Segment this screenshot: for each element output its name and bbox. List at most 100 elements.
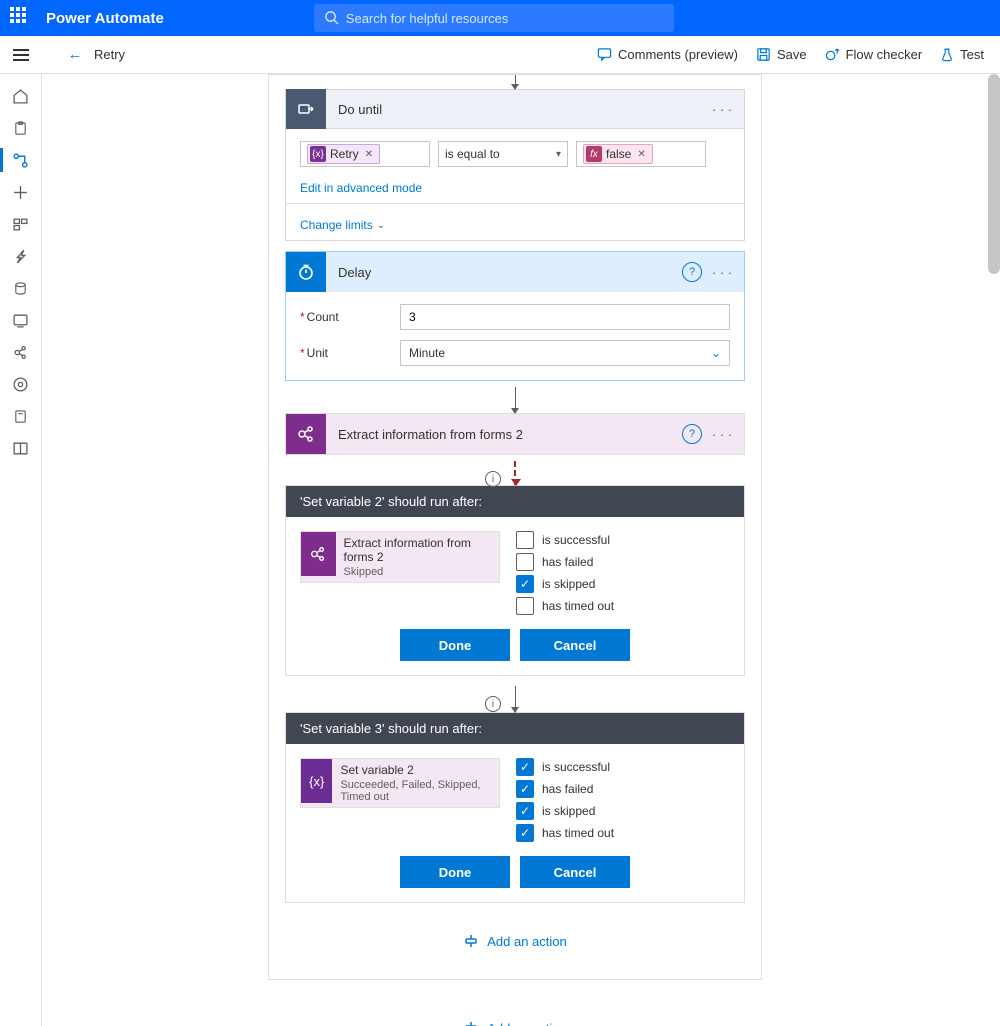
change-limits-link[interactable]: Change limits ⌄	[300, 218, 385, 232]
extract-more[interactable]: · · ·	[710, 422, 734, 446]
do-until-body: {x} Retry ✕ is equal to ▾ fx false ✕ Edi…	[285, 129, 745, 241]
help-icon[interactable]: ?	[682, 424, 702, 444]
check-skipped[interactable]: ✓is skipped	[516, 802, 730, 820]
flow-name: Retry	[94, 47, 125, 62]
do-until-header[interactable]: Do until · · ·	[285, 89, 745, 129]
nav-home[interactable]	[0, 80, 42, 112]
extract-header[interactable]: Extract information from forms 2 ? · · ·	[286, 414, 744, 454]
count-label: *Count	[300, 310, 400, 324]
unit-label: *Unit	[300, 346, 400, 360]
predecessor-card[interactable]: {x} Set variable 2 Succeeded, Failed, Sk…	[300, 758, 500, 808]
cancel-button[interactable]: Cancel	[520, 856, 630, 888]
count-input[interactable]	[400, 304, 730, 330]
add-action-icon	[463, 933, 479, 949]
extract-icon	[301, 532, 336, 576]
flow-checker-button[interactable]: Flow checker	[825, 47, 923, 62]
hamburger-button[interactable]	[0, 36, 42, 74]
comment-icon	[597, 47, 612, 62]
fx-token[interactable]: fx false ✕	[583, 144, 653, 164]
connector-arrow-dashed	[514, 461, 516, 485]
test-button[interactable]: Test	[940, 47, 984, 62]
do-until-container: Do until · · · {x} Retry ✕ is equal to ▾…	[268, 74, 762, 980]
cancel-button[interactable]: Cancel	[520, 629, 630, 661]
nav-create[interactable]	[0, 176, 42, 208]
runafter-card-1: 'Set variable 2' should run after: Extra…	[285, 485, 745, 676]
info-icon[interactable]: i	[485, 696, 501, 712]
condition-right[interactable]: fx false ✕	[576, 141, 706, 167]
runafter-title: 'Set variable 3' should run after:	[286, 713, 744, 744]
nav-learn[interactable]	[0, 432, 42, 464]
connector-arrow	[515, 75, 516, 89]
nav-process[interactable]	[0, 368, 42, 400]
delay-icon	[286, 252, 326, 292]
edit-advanced-link[interactable]: Edit in advanced mode	[300, 181, 422, 195]
search-wrap	[314, 4, 674, 32]
unit-select[interactable]: Minute ⌄	[400, 340, 730, 366]
remove-token-icon[interactable]: ✕	[637, 149, 645, 160]
check-timedout[interactable]: ✓has timed out	[516, 824, 730, 842]
predecessor-sub: Skipped	[344, 566, 491, 578]
search-icon	[324, 10, 339, 25]
runafter-title: 'Set variable 2' should run after:	[286, 486, 744, 517]
variable-token[interactable]: {x} Retry ✕	[307, 144, 380, 164]
extract-icon	[286, 414, 326, 454]
add-action-icon	[463, 1020, 479, 1026]
search-input[interactable]	[314, 4, 674, 32]
nav-data[interactable]	[0, 272, 42, 304]
delay-more[interactable]: · · ·	[710, 260, 734, 284]
check-successful[interactable]: ✓is successful	[516, 758, 730, 776]
check-failed[interactable]: ✓has failed	[516, 780, 730, 798]
delay-title: Delay	[338, 265, 682, 280]
delay-card: Delay ? · · · *Count *Unit Minute ⌄	[285, 251, 745, 381]
extract-card: Extract information from forms 2 ? · · ·	[285, 413, 745, 455]
nav-connectors[interactable]	[0, 240, 42, 272]
connector-arrow	[515, 387, 516, 413]
condition-operator[interactable]: is equal to ▾	[438, 141, 568, 167]
check-skipped[interactable]: ✓is skipped	[516, 575, 730, 593]
nav-monitor[interactable]	[0, 304, 42, 336]
nav-templates[interactable]	[0, 208, 42, 240]
app-launcher-icon[interactable]	[10, 7, 32, 29]
check-successful[interactable]: is successful	[516, 531, 730, 549]
brand-title: Power Automate	[46, 10, 164, 27]
predecessor-name: Extract information from forms 2	[344, 536, 491, 564]
condition-left[interactable]: {x} Retry ✕	[300, 141, 430, 167]
delay-header[interactable]: Delay ? · · ·	[286, 252, 744, 292]
global-banner: Power Automate	[0, 0, 1000, 36]
designer-canvas: Do until · · · {x} Retry ✕ is equal to ▾…	[42, 74, 988, 1026]
back-button[interactable]: ←	[60, 46, 90, 63]
do-until-more[interactable]: · · ·	[710, 97, 734, 121]
nav-solutions[interactable]	[0, 400, 42, 432]
do-until-title: Do until	[338, 102, 710, 117]
check-failed[interactable]: has failed	[516, 553, 730, 571]
variable-icon: {x}	[301, 759, 332, 803]
nav-flows[interactable]	[0, 144, 42, 176]
check-timedout[interactable]: has timed out	[516, 597, 730, 615]
extract-title: Extract information from forms 2	[338, 427, 682, 442]
chevron-down-icon: ⌄	[711, 346, 721, 360]
chevron-down-icon: ⌄	[377, 220, 385, 231]
designer-canvas-scroll[interactable]: Do until · · · {x} Retry ✕ is equal to ▾…	[42, 74, 988, 1026]
predecessor-card[interactable]: Extract information from forms 2 Skipped	[300, 531, 500, 583]
test-icon	[940, 47, 954, 62]
do-until-icon	[286, 89, 326, 129]
nav-approvals[interactable]	[0, 112, 42, 144]
predecessor-sub: Succeeded, Failed, Skipped, Timed out	[340, 779, 491, 803]
done-button[interactable]: Done	[400, 629, 510, 661]
comments-button[interactable]: Comments (preview)	[597, 47, 738, 62]
info-icon[interactable]: i	[485, 471, 501, 487]
add-action-outside[interactable]: Add an action	[463, 1020, 567, 1026]
save-icon	[756, 47, 771, 62]
chevron-down-icon: ▾	[556, 149, 561, 160]
connector-arrow	[515, 686, 516, 712]
fx-icon: fx	[586, 146, 602, 162]
remove-token-icon[interactable]: ✕	[365, 149, 373, 160]
done-button[interactable]: Done	[400, 856, 510, 888]
nav-ai[interactable]	[0, 336, 42, 368]
command-bar: ← Retry Comments (preview) Save Flow che…	[0, 36, 1000, 74]
runafter-card-2: 'Set variable 3' should run after: {x} S…	[285, 712, 745, 903]
help-icon[interactable]: ?	[682, 262, 702, 282]
save-button[interactable]: Save	[756, 47, 807, 62]
add-action-inside[interactable]: Add an action	[269, 933, 761, 949]
scrollbar-thumb[interactable]	[988, 74, 1000, 274]
